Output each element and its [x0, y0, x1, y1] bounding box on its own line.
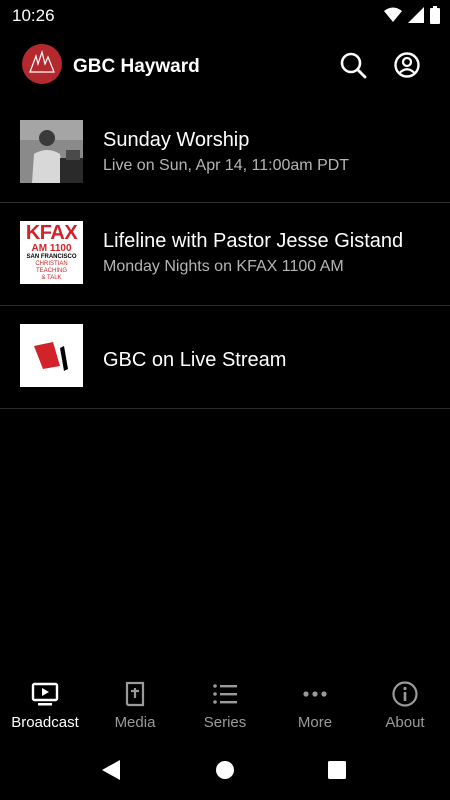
tv-icon — [31, 682, 59, 706]
nav-label: More — [297, 714, 333, 731]
back-icon[interactable] — [100, 758, 122, 782]
row-subtitle: Monday Nights on KFAX 1100 AM — [103, 258, 344, 275]
kfax-logo: KFAX AM 1100 SAN FRANCISCO CHRISTIAN TEA… — [20, 221, 83, 284]
kfax-city: SAN FRANCISCO — [26, 254, 77, 260]
kfax-tagline-3: & TALK — [41, 275, 62, 281]
list-item-live-stream[interactable]: GBC on Live Stream — [0, 306, 450, 409]
nav-label: Media — [114, 714, 156, 731]
list-item-sunday-worship[interactable]: Sunday Worship Live on Sun, Apr 14, 11:0… — [0, 102, 450, 203]
kfax-logo-text: KFAX — [25, 222, 78, 244]
home-icon[interactable] — [215, 760, 235, 780]
more-icon — [303, 691, 327, 697]
list-icon — [213, 684, 237, 704]
nav-media[interactable]: Media — [90, 670, 180, 740]
row-title: GBC on Live Stream — [103, 349, 287, 371]
nav-more[interactable]: More — [270, 670, 360, 740]
church-logo — [22, 44, 62, 84]
status-icons — [384, 6, 440, 24]
livestream-logo — [20, 324, 83, 387]
wifi-icon — [384, 7, 402, 22]
kfax-tagline-1: CHRISTIAN — [35, 261, 68, 267]
nav-broadcast[interactable]: Broadcast — [0, 670, 90, 740]
broadcast-list: Sunday Worship Live on Sun, Apr 14, 11:0… — [0, 102, 450, 409]
system-nav-bar — [0, 740, 450, 800]
app-title: GBC Hayward — [73, 56, 200, 77]
info-icon — [392, 681, 418, 707]
pastor-photo — [20, 120, 83, 183]
app-bar: GBC Hayward — [0, 40, 450, 92]
bottom-nav: Broadcast Media Series More About — [0, 670, 450, 740]
status-time: 10:26 — [12, 6, 55, 25]
bible-icon — [125, 681, 145, 707]
nav-series[interactable]: Series — [180, 670, 270, 740]
kfax-tagline-2: TEACHING — [35, 268, 67, 274]
row-title: Sunday Worship — [103, 129, 250, 151]
row-title: Lifeline with Pastor Jesse Gistand — [103, 230, 404, 252]
kfax-frequency: AM 1100 — [31, 243, 72, 254]
nav-label: Series — [203, 714, 247, 731]
status-bar: 10:26 — [0, 0, 450, 32]
row-subtitle: Live on Sun, Apr 14, 11:00am PDT — [103, 157, 350, 174]
battery-icon — [430, 6, 440, 24]
nav-label: Broadcast — [11, 714, 79, 731]
account-icon[interactable] — [392, 50, 422, 80]
recents-icon[interactable] — [327, 760, 347, 780]
nav-about[interactable]: About — [360, 670, 450, 740]
search-icon[interactable] — [338, 50, 368, 80]
signal-icon — [408, 7, 424, 23]
nav-label: About — [385, 714, 425, 731]
list-item-lifeline[interactable]: KFAX AM 1100 SAN FRANCISCO CHRISTIAN TEA… — [0, 203, 450, 306]
